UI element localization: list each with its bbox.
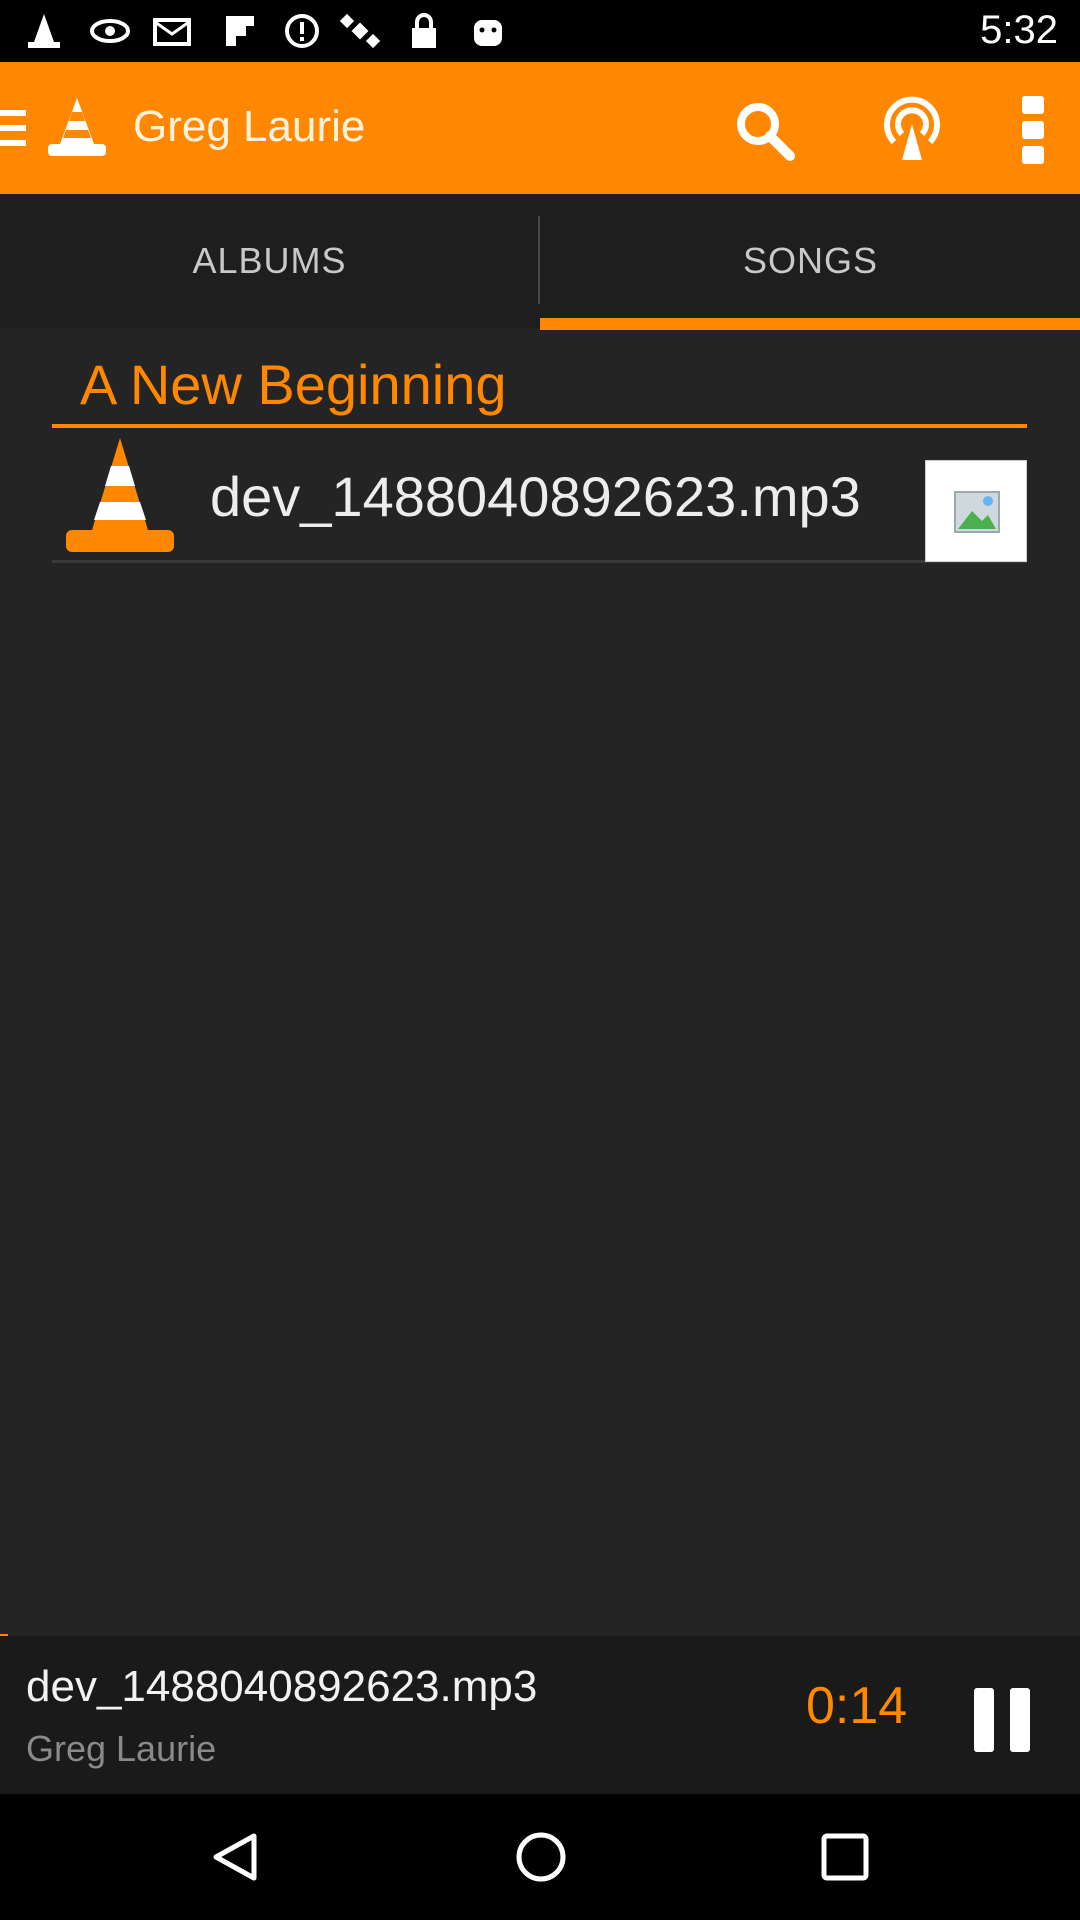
cast-icon[interactable]: [882, 96, 942, 164]
status-bar: 5:32: [0, 0, 1080, 62]
app-bar: Greg Laurie: [0, 62, 1080, 194]
info-icon: [285, 14, 319, 48]
list-item[interactable]: dev_1488040892623.mp3: [52, 430, 1027, 563]
flipboard-icon: [226, 16, 254, 46]
tab-albums-label: ALBUMS: [192, 240, 347, 281]
app-title: Greg Laurie: [133, 102, 366, 151]
album-title: A New Beginning: [80, 353, 507, 416]
album-header: A New Beginning: [52, 348, 1027, 428]
pause-button[interactable]: [974, 1688, 1030, 1752]
song-name: dev_1488040892623.mp3: [210, 465, 861, 528]
status-time: 5:32: [980, 8, 1058, 52]
now-playing-title: dev_1488040892623.mp3: [26, 1662, 538, 1711]
home-icon[interactable]: [514, 1830, 568, 1884]
lock-icon: [412, 13, 436, 48]
recents-icon[interactable]: [820, 1832, 870, 1882]
mail-icon: [153, 18, 191, 46]
tab-divider: [538, 216, 540, 304]
broken-image-icon: [954, 491, 1000, 533]
back-icon[interactable]: [210, 1832, 260, 1882]
vlc-cone-icon: [28, 14, 60, 48]
now-playing-artist: Greg Laurie: [26, 1728, 217, 1769]
vlc-cone-icon[interactable]: [44, 94, 110, 160]
overflow-menu-icon[interactable]: [1022, 96, 1046, 164]
mini-player[interactable]: dev_1488040892623.mp3 Greg Laurie 0:14: [0, 1636, 1080, 1794]
tab-albums[interactable]: ALBUMS: [0, 194, 539, 328]
tab-songs[interactable]: SONGS: [541, 194, 1080, 328]
pause-icon-bar: [1010, 1688, 1030, 1752]
song-artwork: [925, 460, 1027, 562]
pause-icon: [974, 1688, 994, 1752]
android-icon: [474, 20, 502, 46]
search-icon[interactable]: [732, 98, 796, 162]
menu-icon[interactable]: [0, 106, 30, 150]
satellite-icon: [340, 13, 380, 49]
vlc-cone-icon: [66, 438, 174, 552]
tab-selected-indicator: [540, 318, 1080, 330]
tab-songs-label: SONGS: [742, 240, 879, 281]
playback-time: 0:14: [806, 1677, 908, 1735]
tab-bar: ALBUMS SONGS: [0, 194, 1080, 328]
eye-icon: [90, 19, 130, 43]
navigation-bar: [0, 1794, 1080, 1920]
